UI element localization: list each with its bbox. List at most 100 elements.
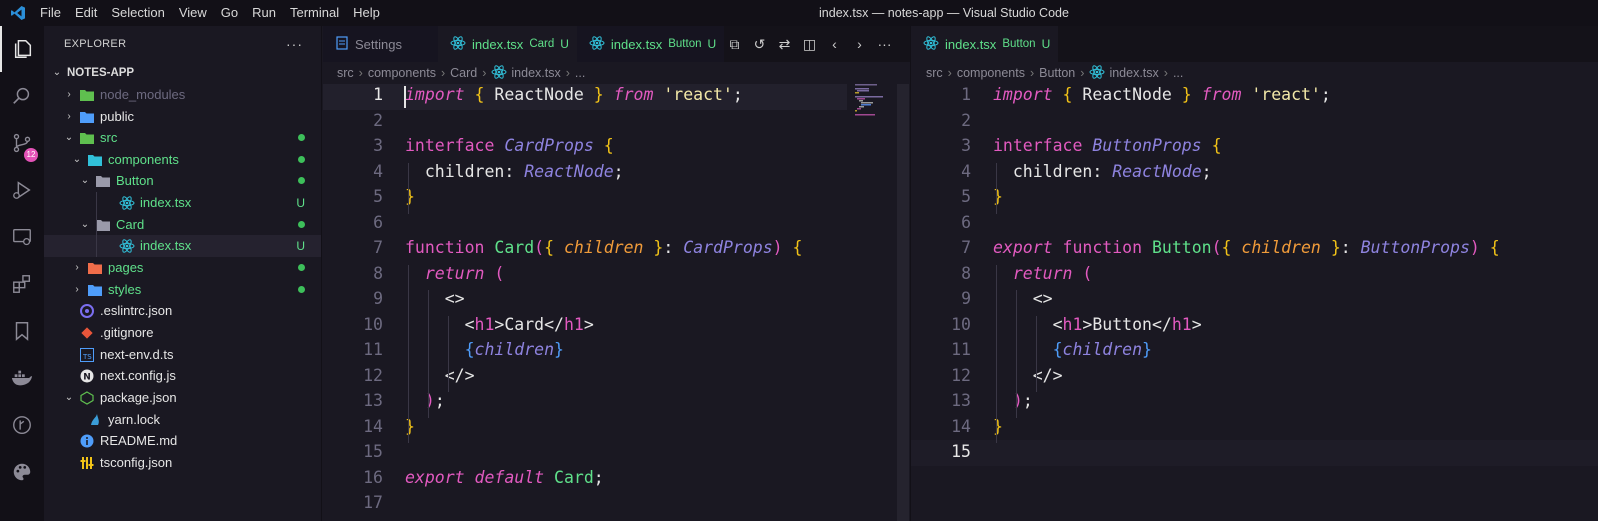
extensions-icon[interactable] [0,261,44,307]
editor-tab[interactable]: index.tsx Card U [438,26,577,62]
breadcrumb-item[interactable]: src [926,66,943,80]
tree-item[interactable]: ⌄ src [44,127,321,149]
line-number: 11 [363,340,383,359]
code-token: { [1489,238,1500,257]
code-token: ; [1201,161,1212,181]
breadcrumb-item[interactable]: index.tsx [511,66,560,80]
tree-item[interactable]: yarn.lock [44,409,321,431]
tree-item[interactable]: tsconfig.json [44,452,321,474]
folder-pages-icon [87,260,103,276]
docker-icon[interactable] [0,355,44,401]
tree-item[interactable]: README.md [44,430,321,452]
node-icon [79,390,95,406]
tree-item[interactable]: ⌄ components [44,149,321,171]
right-editor[interactable]: 1 2 3 4 5 6 7 8 9 10 11 12 13 14 15 import { ReactNode … [911,84,1598,521]
vertical-scrollbar[interactable] [897,84,909,521]
git-icon [79,325,95,341]
split-compare-icon[interactable]: ⧉ [722,36,747,53]
menu-item-view[interactable]: View [172,0,214,26]
breadcrumb-item[interactable]: index.tsx [1109,66,1158,80]
run-debug-icon[interactable] [0,167,44,213]
tree-item[interactable]: ⌄ package.json [44,387,321,409]
explorer-header: EXPLORER ··· [44,26,321,62]
breadcrumb-item[interactable]: ... [575,66,585,80]
code-token: } [405,416,415,436]
tree-item[interactable]: › styles [44,279,321,301]
code-token: { [792,238,803,257]
tree-item-label: yarn.lock [108,412,161,428]
breadcrumb-item[interactable]: src [337,66,354,80]
palette-icon[interactable] [0,449,44,495]
search-icon[interactable] [0,73,44,119]
menu-item-file[interactable]: File [36,0,68,26]
menu-item-terminal[interactable]: Terminal [283,0,346,26]
tree-item[interactable]: › pages [44,257,321,279]
indent-guide [996,264,997,443]
breadcrumb-item[interactable]: Button [1039,66,1075,80]
go-back-icon[interactable]: ‹ [822,36,847,52]
code-line: interface CardProps { [405,136,614,155]
folder-blue-icon [79,109,95,125]
left-editor[interactable]: 1 2 3 4 5 6 7 8 9 10 11 12 13 14 15 16 17 import { ReactN… [323,84,847,521]
tree-item-label: node_modules [100,87,186,103]
code-token: { [1221,238,1232,257]
svg-text:N: N [83,372,91,382]
tree-item[interactable]: .gitignore [44,322,321,344]
tree-item[interactable]: Nnext.config.js [44,365,321,387]
explorer-icon[interactable] [0,26,44,72]
code-line: export function Button({ children }: But… [993,238,1500,257]
code-token: } [593,85,604,104]
git-modified-dot [298,221,305,229]
folder-plain-icon [95,173,111,189]
breadcrumb-item[interactable]: components [368,66,436,80]
more-icon[interactable]: ··· [872,36,897,52]
code-token: children: [405,161,525,181]
tree-item[interactable]: ⌄ Card [44,214,321,236]
code-line: </> [993,366,1063,385]
editor-tab[interactable]: index.tsx Button U [911,26,1059,62]
code-token: ) [772,238,783,257]
tree-item[interactable]: TS next-env.d.ts [44,344,321,366]
editor-tab[interactable]: index.tsx Button U [576,26,725,62]
more-actions-icon[interactable]: ··· [286,36,303,52]
tab-description: Button [668,38,702,50]
editor-tab[interactable]: Settings [323,26,438,62]
code-line: </> [405,366,475,385]
line-number: 4 [373,161,383,181]
code-token: } [1330,238,1341,257]
code-token: { [544,238,555,257]
tree-item[interactable]: › node_modules [44,84,321,106]
menu-item-help[interactable]: Help [346,0,387,26]
tree-item[interactable]: .eslintrc.json [44,300,321,322]
code-token: default [474,467,545,487]
minimap[interactable] [848,84,898,521]
remote-explorer-icon[interactable] [0,214,44,260]
open-changes-icon[interactable]: ⇄ [772,36,797,53]
menu-item-edit[interactable]: Edit [68,0,104,26]
breadcrumb-item[interactable]: ... [1173,66,1183,80]
split-editor-icon[interactable]: ◫ [797,36,822,53]
source-control-icon[interactable]: 12 [0,120,44,166]
chevron-down-icon: ⌄ [72,154,82,166]
tree-item[interactable]: ⌄ Button [44,170,321,192]
menu-item-go[interactable]: Go [214,0,245,26]
menu-item-run[interactable]: Run [245,0,283,26]
tree-item[interactable]: index.tsx U [44,235,321,257]
editor-actions: ⧉ ↺ ⇄ ◫ ‹ › ··· [722,26,897,62]
git-graph-icon[interactable] [0,402,44,448]
breadcrumb-item[interactable]: Card [450,66,477,80]
breadcrumb-item[interactable]: components [957,66,1025,80]
breadcrumb-separator-icon: › [1163,66,1168,80]
history-icon[interactable]: ↺ [747,36,772,53]
bookmarks-icon[interactable] [0,308,44,354]
code-token: ( [534,238,545,257]
menu-item-selection[interactable]: Selection [104,0,171,26]
code-token: 'react' [663,85,733,104]
git-modified-dot [298,286,305,294]
root-folder[interactable]: ⌄ NOTES-APP [44,62,321,84]
line-number: 7 [961,238,971,257]
go-forward-icon[interactable]: › [847,36,872,52]
tree-item[interactable]: index.tsx U [44,192,321,214]
tree-item[interactable]: › public [44,106,321,128]
